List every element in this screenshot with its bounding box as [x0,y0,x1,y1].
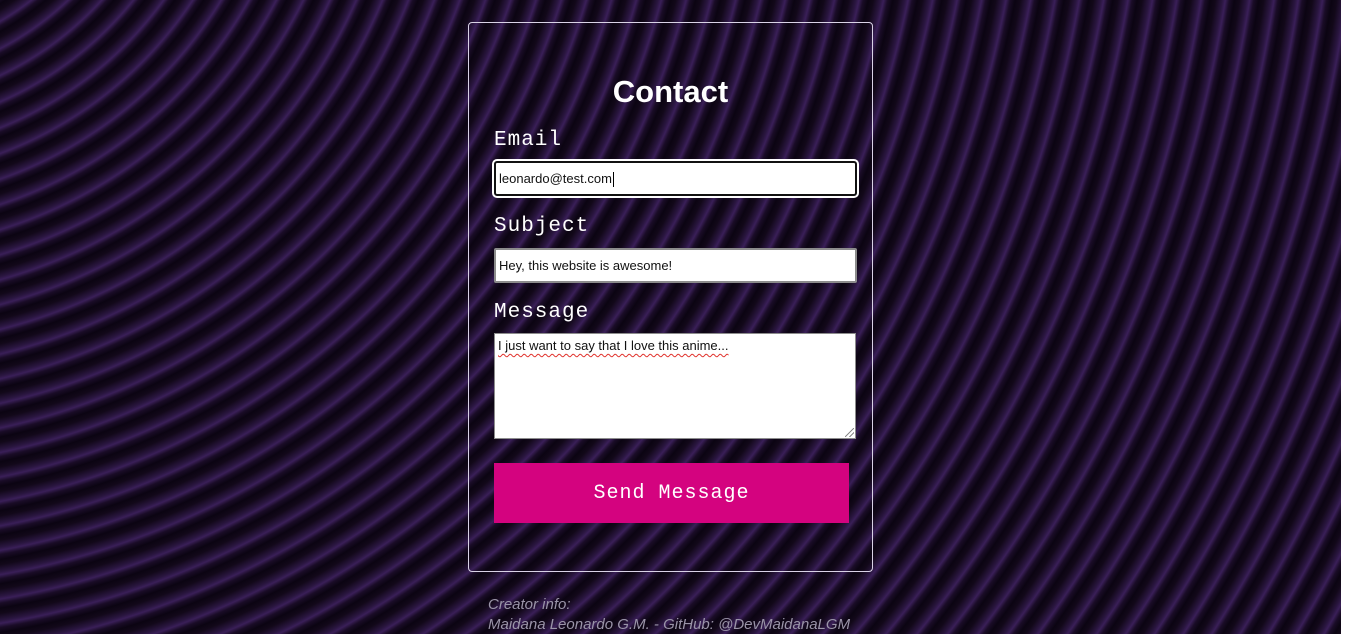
text-caret [612,172,614,188]
creator-info-details: Maidana Leonardo G.M. - GitHub: @DevMaid… [488,616,851,633]
subject-field[interactable]: Hey, this website is awesome! [494,248,857,283]
subject-value: Hey, this website is awesome! [499,258,673,273]
creator-info: Creator info: Maidana Leonardo G.M. - Gi… [488,595,850,635]
page-title: Contact [612,74,729,109]
send-message-button[interactable]: Send Message [494,463,849,523]
email-value: leonardo@test.com [499,171,612,186]
resize-handle-icon[interactable] [845,428,854,437]
message-textarea[interactable]: I just want to say that I love this anim… [494,333,856,439]
subject-label: Subject [494,215,590,238]
contact-form-card: Contact Email leonardo@test.com Subject … [468,22,873,572]
page-edge-right [1341,0,1345,636]
creator-info-heading: Creator info: [488,596,571,613]
message-label: Message [494,301,590,324]
email-label: Email [494,129,563,152]
email-field[interactable]: leonardo@test.com [492,159,859,198]
message-value: I just want to say that I love this anim… [498,338,729,353]
